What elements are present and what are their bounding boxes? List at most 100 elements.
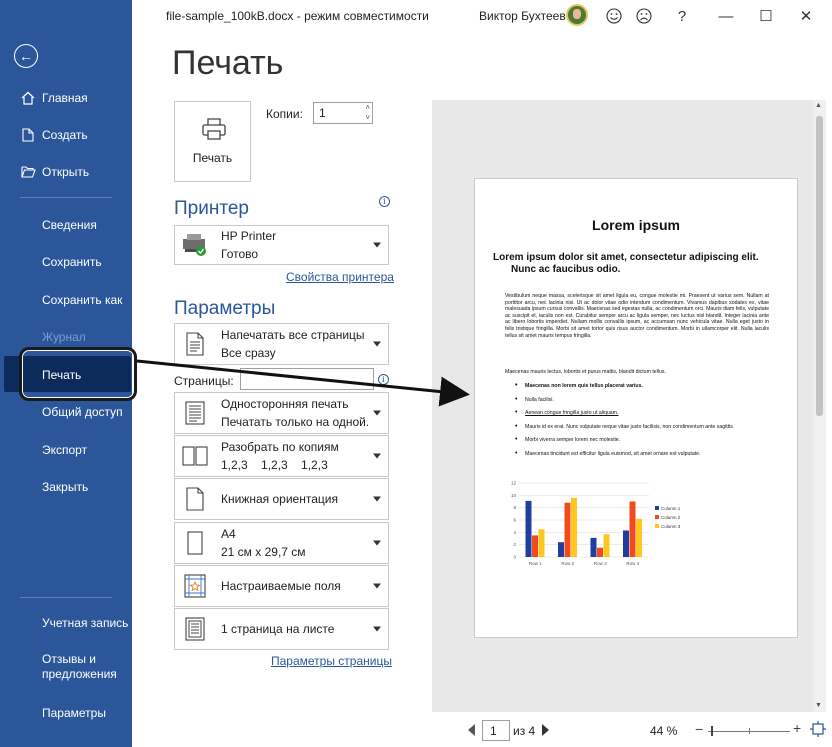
document-title: file-sample_100kB.docx - режим совместим…	[166, 9, 429, 23]
scroll-down-icon[interactable]: ▼	[815, 702, 822, 709]
bar-chart: 0 2 4 6 8 10 12 Row 1 Row 2 Row 3 Row 4 Column 1 Col…	[511, 481, 681, 567]
print-range-text: Напечатать все страницы Все сразу	[221, 326, 368, 362]
printer-device-icon	[181, 231, 209, 259]
margins-dropdown[interactable]: Настраиваемые поля	[174, 565, 389, 607]
legend-label: Column 1	[661, 506, 681, 511]
sidebar-item-label: Отзывы и предложения	[42, 652, 117, 682]
sidebar-divider	[20, 197, 112, 198]
previous-page-icon[interactable]	[468, 724, 475, 736]
collate-dropdown[interactable]: Разобрать по копиям 1,2,3 1,2,3 1,2,3	[174, 435, 389, 477]
avatar[interactable]	[566, 4, 588, 26]
sidebar-item-save[interactable]: Сохранить	[0, 247, 132, 277]
info-icon[interactable]: i	[378, 374, 389, 385]
sidebar-item-home[interactable]: Главная	[0, 83, 132, 113]
scroll-up-icon[interactable]: ▲	[815, 102, 822, 109]
zoom-to-page-icon[interactable]	[810, 721, 826, 737]
sidebar-item-export[interactable]: Экспорт	[0, 435, 132, 465]
doc-subtitle-line1: Lorem ipsum dolor sit amet, consectetur …	[493, 252, 759, 263]
sidebar-item-label: Учетная запись	[42, 616, 129, 630]
sidebar-item-account[interactable]: Учетная запись	[0, 608, 132, 638]
sidebar-item-share[interactable]: Общий доступ	[0, 397, 132, 427]
bar	[590, 537, 597, 557]
smile-icon[interactable]	[604, 6, 624, 26]
y-tick-label: 2	[513, 542, 516, 547]
user-name[interactable]: Виктор Бухтеев	[479, 9, 566, 23]
preview-scrollbar[interactable]: ▲ ▼	[813, 100, 826, 712]
page-setup-link[interactable]: Параметры страницы	[271, 654, 392, 668]
minimize-icon[interactable]: —	[716, 6, 736, 26]
page-title: Печать	[172, 44, 284, 82]
info-icon[interactable]: i	[379, 196, 390, 207]
y-tick-label: 0	[513, 555, 516, 560]
doc-subtitle: Lorem ipsum dolor sit amet, consectetur …	[493, 252, 783, 276]
bar	[525, 500, 532, 557]
sidebar-item-label: Сведения	[42, 218, 97, 232]
help-icon[interactable]: ?	[672, 6, 692, 26]
zoom-slider-tick	[749, 728, 750, 734]
zoom-out-button[interactable]: −	[695, 721, 703, 737]
sidebar-item-feedback[interactable]: Отзывы и предложения	[0, 652, 132, 686]
printer-dropdown[interactable]: HP Printer Готово	[174, 225, 389, 265]
sides-dropdown[interactable]: Односторонняя печать Печатать только на …	[174, 392, 389, 434]
sidebar-item-options[interactable]: Параметры	[0, 698, 132, 728]
sidebar-item-new[interactable]: Создать	[0, 120, 132, 150]
chevron-down-icon	[373, 583, 381, 589]
margins-text: Настраиваемые поля	[221, 577, 368, 595]
doc-paragraph: Maecenas mauris lectus, lobortis et puru…	[505, 369, 666, 375]
zoom-in-button[interactable]: +	[793, 720, 801, 736]
chevron-down-icon	[373, 626, 381, 632]
legend-swatch	[655, 515, 659, 519]
legend-label: Column 3	[661, 524, 681, 529]
zoom-slider-thumb[interactable]	[711, 726, 713, 736]
setting-line1: Напечатать все страницы	[221, 328, 365, 342]
zoom-level: 44 %	[650, 724, 678, 738]
setting-line1: Книжная ориентация	[221, 492, 338, 506]
one-sided-icon	[181, 399, 209, 427]
print-highlight-frame	[19, 347, 137, 401]
y-tick-label: 6	[513, 518, 516, 523]
next-page-icon[interactable]	[542, 724, 549, 736]
copies-input[interactable]: 1 ˄ ˅	[313, 102, 373, 124]
new-doc-icon	[20, 127, 36, 143]
frown-icon[interactable]	[634, 6, 654, 26]
list-item: Maecenas tincidunt est efficitur ligula …	[513, 451, 769, 458]
print-range-dropdown[interactable]: Напечатать все страницы Все сразу	[174, 323, 389, 365]
paper-size-text: A4 21 см x 29,7 см	[221, 525, 368, 561]
setting-line1: A4	[221, 527, 236, 541]
maximize-icon[interactable]: ☐	[756, 6, 776, 26]
sidebar-item-save-as[interactable]: Сохранить как	[0, 285, 132, 315]
paper-size-dropdown[interactable]: A4 21 см x 29,7 см	[174, 522, 389, 564]
sidebar-item-label: Главная	[42, 91, 88, 105]
pages-per-sheet-dropdown[interactable]: 1 страница на листе	[174, 608, 389, 650]
copies-value: 1	[319, 106, 326, 120]
sidebar-item-info[interactable]: Сведения	[0, 210, 132, 240]
y-tick-label: 8	[513, 505, 516, 510]
orientation-dropdown[interactable]: Книжная ориентация	[174, 478, 389, 520]
bar	[603, 534, 610, 557]
print-button[interactable]: Печать	[174, 101, 251, 182]
back-arrow-icon[interactable]: ←	[14, 44, 38, 68]
print-button-label: Печать	[192, 151, 233, 165]
doc-subtitle-line2: Nunc ac faucibus odio.	[511, 264, 621, 275]
sidebar-item-close[interactable]: Закрыть	[0, 472, 132, 502]
doc-bullet-list: Maecenas non lorem quis tellus placerat …	[513, 383, 769, 465]
settings-heading: Параметры	[174, 298, 276, 319]
setting-line1: Разобрать по копиям	[221, 440, 339, 454]
printer-properties-link[interactable]: Свойства принтера	[286, 270, 394, 284]
page-number-input[interactable]: 1	[482, 720, 510, 741]
setting-line1: Настраиваемые поля	[221, 579, 341, 593]
list-item: Nulla facilisi.	[513, 397, 769, 404]
copies-spinner-icon[interactable]: ˄ ˅	[365, 103, 370, 123]
portrait-icon	[181, 485, 209, 513]
bar	[629, 501, 636, 557]
y-tick-label: 10	[511, 493, 517, 498]
sidebar-item-open[interactable]: Открыть	[0, 157, 132, 187]
bar	[571, 497, 577, 557]
legend-label: Column 2	[661, 515, 681, 520]
pages-input[interactable]	[240, 368, 374, 390]
close-icon[interactable]: ✕	[796, 6, 816, 26]
scrollbar-thumb[interactable]	[816, 116, 823, 416]
sidebar-item-label: Сохранить как	[42, 293, 123, 307]
sidebar-divider	[20, 597, 112, 598]
printer-text: HP Printer Готово	[221, 227, 368, 263]
